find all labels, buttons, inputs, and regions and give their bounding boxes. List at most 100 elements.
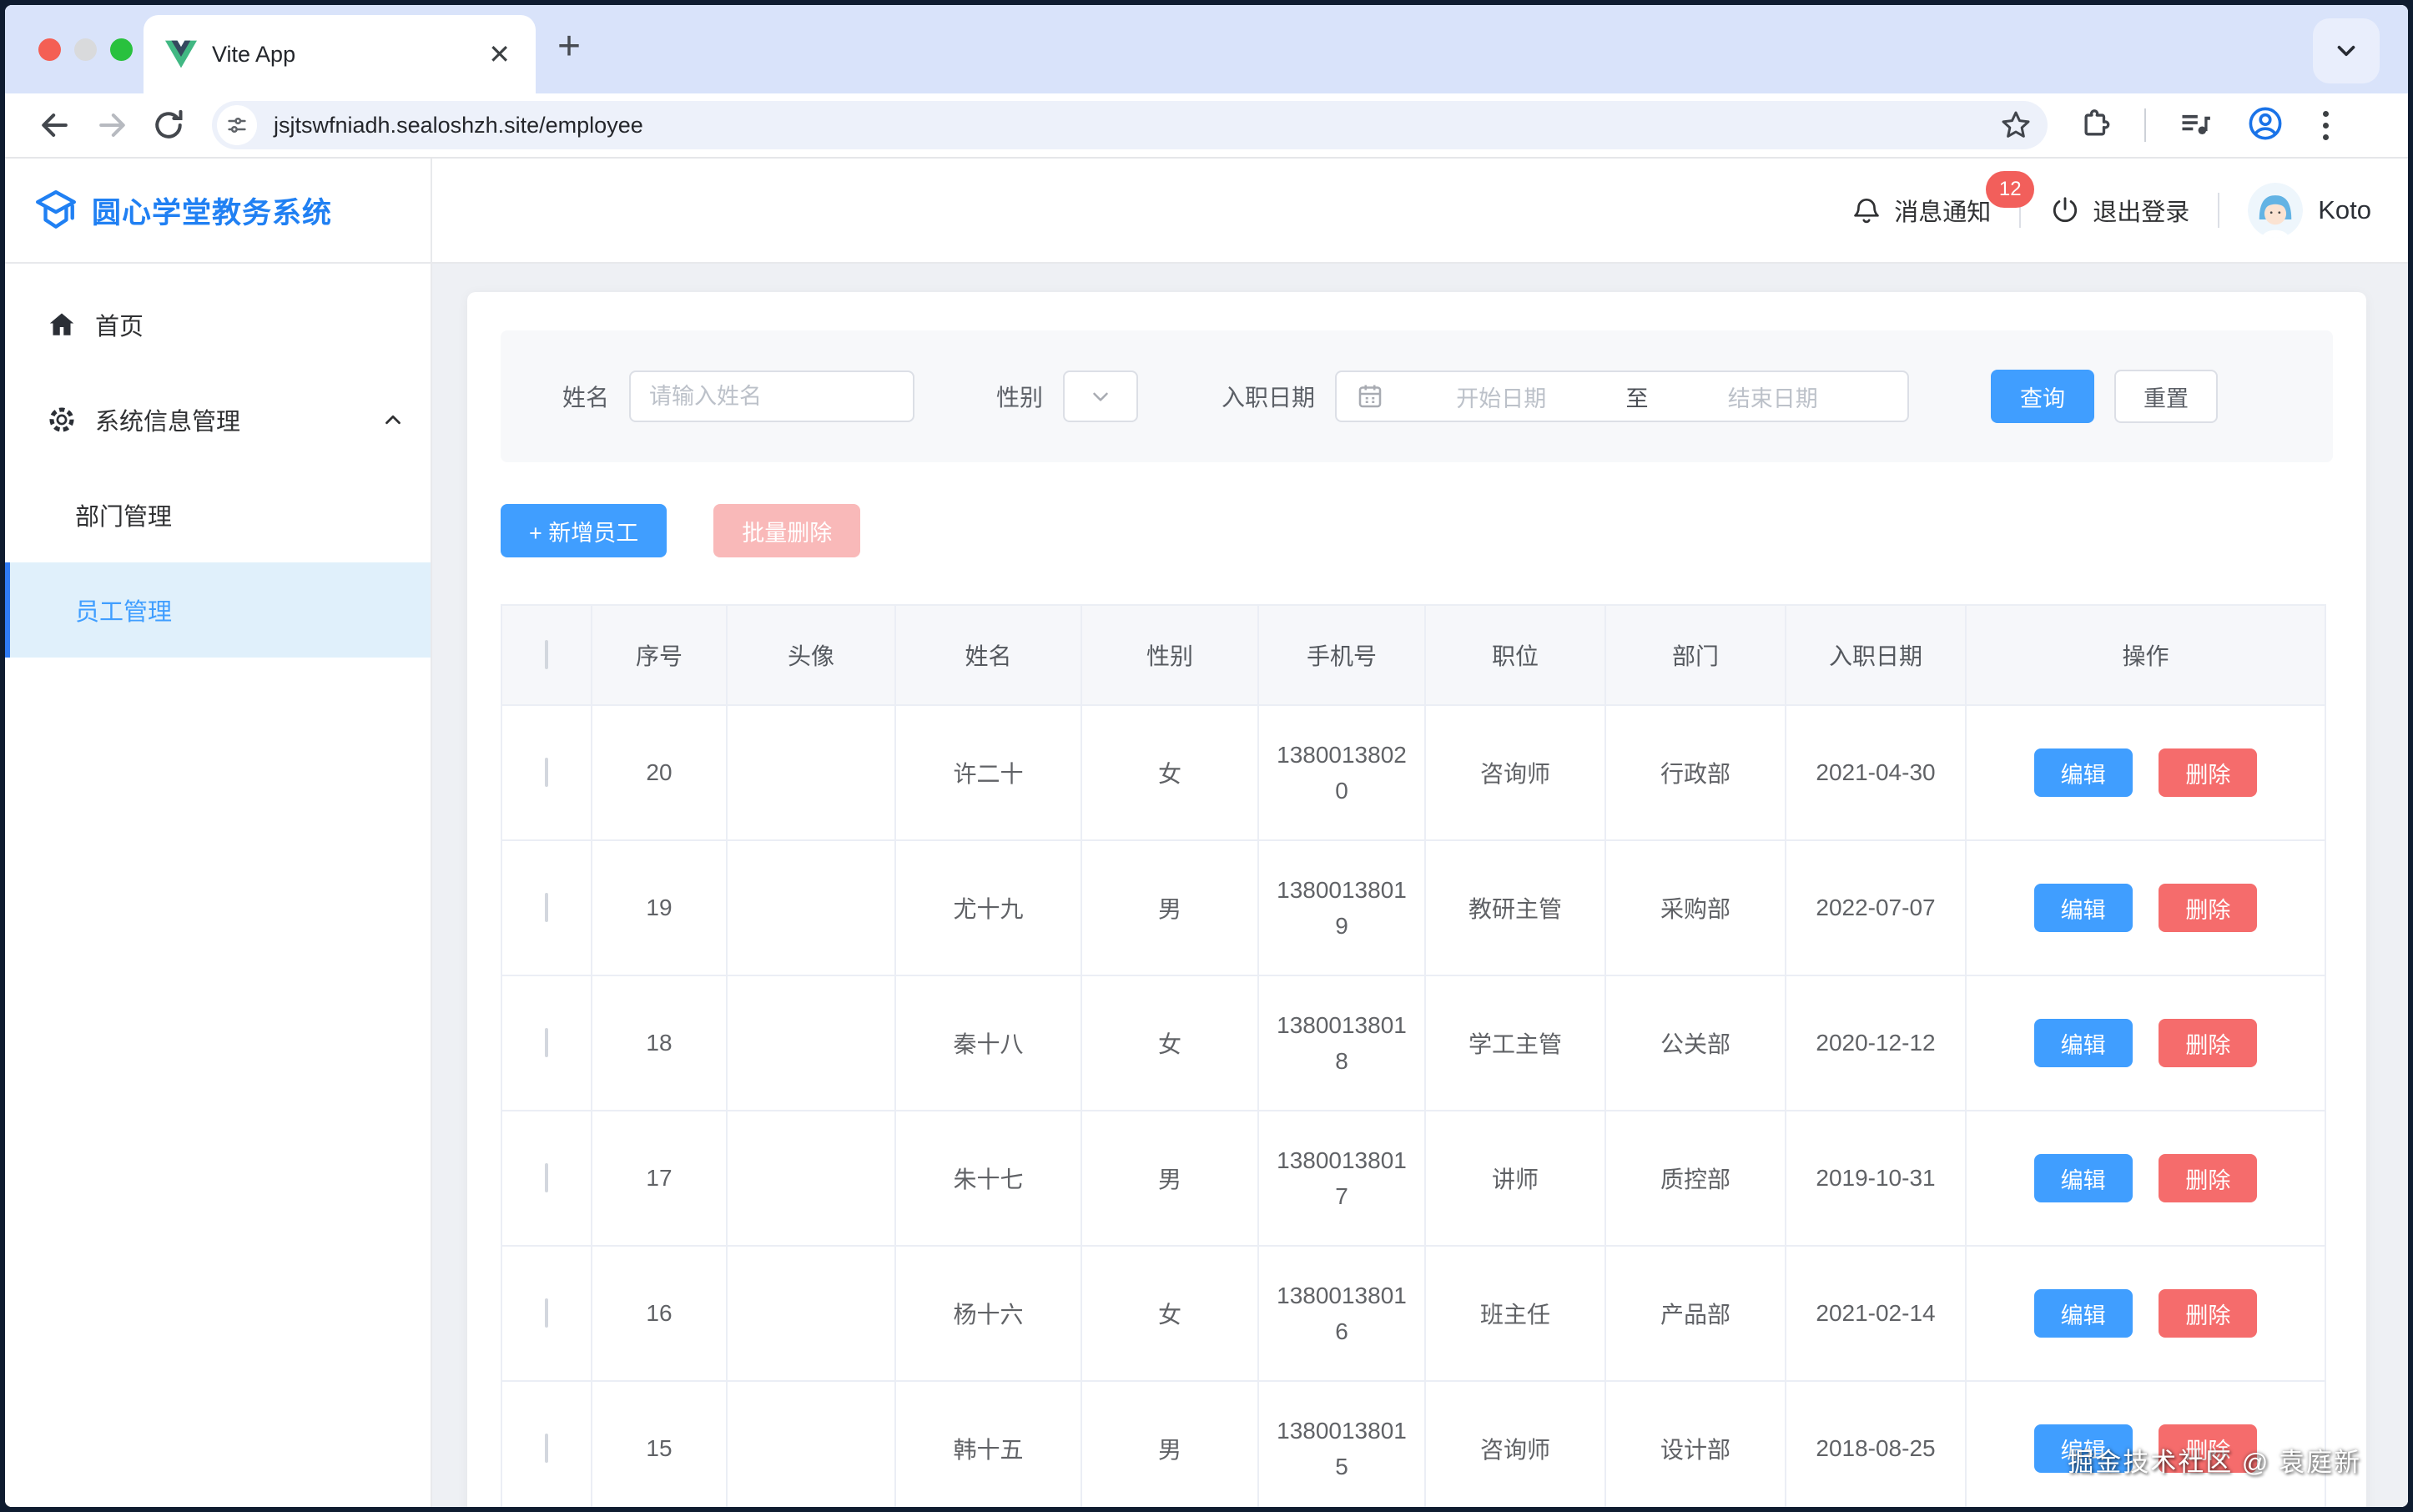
phone-cell: 13800138018 [1258,975,1425,1111]
tab-strip: Vite App ✕ + [5,5,2408,93]
forward-icon[interactable] [93,107,130,144]
row-actions-cell: 编辑 删除 [1966,705,2325,840]
batch-delete-button[interactable]: 批量删除 [713,504,860,557]
row-checkbox[interactable] [545,1163,548,1192]
edit-button[interactable]: 编辑 [2034,884,2133,932]
hire-date-cell: 2019-10-31 [1786,1111,1966,1246]
url-text: jsjtswfniadh.sealoshzh.site/employee [274,113,1999,139]
column-header: 性别 [1081,605,1258,705]
edit-button[interactable]: 编辑 [2034,1154,2133,1202]
tab-close-icon[interactable]: ✕ [485,38,514,71]
column-header: 操作 [1966,605,2325,705]
hire-date-cell: 2021-02-14 [1786,1246,1966,1381]
position-cell: 班主任 [1425,1246,1605,1381]
department-cell: 质控部 [1605,1111,1786,1246]
gear-icon [47,405,77,435]
sidebar-item-label: 部门管理 [75,497,172,532]
back-icon[interactable] [37,107,73,144]
site-settings-icon[interactable] [217,105,257,145]
avatar-cell [727,705,895,840]
main-area: 姓名 性别 入职日期 开始日期 至 结束 [432,264,2408,1507]
table-body: 20 许二十 女 13800138020 咨询师 行政部 2021-04-30 … [501,705,2325,1507]
gender-filter-select[interactable] [1063,370,1138,422]
delete-button[interactable]: 删除 [2159,1019,2257,1067]
browser-menu-icon[interactable] [2316,111,2335,140]
row-select-cell [501,975,592,1111]
address-bar[interactable]: jsjtswfniadh.sealoshzh.site/employee [212,101,2048,149]
edit-button[interactable]: 编辑 [2034,748,2133,797]
hire-date-filter-label: 入职日期 [1222,380,1315,413]
graduation-cap-icon [33,188,78,233]
bookmark-star-icon[interactable] [1999,108,2033,142]
table-row: 16 杨十六 女 13800138016 班主任 产品部 2021-02-14 … [501,1246,2325,1381]
zoom-window-button[interactable] [110,38,133,61]
name-cell: 秦十八 [895,975,1081,1111]
watermark: 掘金技术社区 @ 袁庭新 [2068,1441,2361,1479]
reset-button[interactable]: 重置 [2114,370,2218,423]
avatar-cell [727,1381,895,1507]
department-cell: 采购部 [1605,840,1786,975]
sidebar-item-department-mgmt[interactable]: 部门管理 [5,467,431,562]
table-actions: + 新增员工 批量删除 [501,504,2333,557]
user-avatar[interactable] [2248,183,2303,238]
department-cell: 设计部 [1605,1381,1786,1507]
browser-tab[interactable]: Vite App ✕ [144,15,536,93]
logout-button[interactable]: 退出登录 [2049,193,2189,228]
phone-cell: 13800138016 [1258,1246,1425,1381]
row-checkbox[interactable] [545,1434,548,1463]
browser-profile-icon[interactable] [2246,104,2285,147]
sidebar-item-home[interactable]: 首页 [5,277,431,372]
row-checkbox[interactable] [545,1298,548,1328]
name-cell: 许二十 [895,705,1081,840]
hire-date-cell: 2022-07-07 [1786,840,1966,975]
delete-button[interactable]: 删除 [2159,748,2257,797]
minimize-window-button[interactable] [74,38,97,61]
hire-date-cell: 2021-04-30 [1786,705,1966,840]
search-button[interactable]: 查询 [1991,370,2094,423]
row-checkbox[interactable] [545,893,548,922]
row-checkbox[interactable] [545,758,548,787]
add-employee-button[interactable]: + 新增员工 [501,504,667,557]
sidebar-item-label: 员工管理 [75,592,172,627]
filter-panel: 姓名 性别 入职日期 开始日期 至 结束 [501,330,2333,462]
media-controls-icon[interactable] [2178,105,2214,146]
position-cell: 学工主管 [1425,975,1605,1111]
edit-button[interactable]: 编辑 [2034,1289,2133,1338]
edit-button[interactable]: 编辑 [2034,1019,2133,1067]
delete-button[interactable]: 删除 [2159,1154,2257,1202]
notifications-button[interactable]: 消息通知 12 [1851,193,1991,228]
start-date-placeholder[interactable]: 开始日期 [1385,381,1618,413]
delete-button[interactable]: 删除 [2159,884,2257,932]
row-actions-cell: 编辑 删除 [1966,840,2325,975]
header-divider [2218,193,2219,228]
tab-search-button[interactable] [2313,18,2380,83]
row-checkbox[interactable] [545,1028,548,1057]
sidebar-item-system-info[interactable]: 系统信息管理 [5,372,431,467]
position-cell: 咨询师 [1425,1381,1605,1507]
row-actions-cell: 编辑 删除 [1966,1246,2325,1381]
name-filter-input[interactable] [629,370,914,422]
select-all-checkbox[interactable] [545,640,548,669]
new-tab-button[interactable]: + [557,23,581,69]
close-window-button[interactable] [38,38,61,61]
extensions-icon[interactable] [2078,106,2113,145]
row-actions-cell: 编辑 删除 [1966,1111,2325,1246]
vue-logo-icon [165,40,197,68]
reload-icon[interactable] [150,107,187,144]
end-date-placeholder[interactable]: 结束日期 [1657,381,1890,413]
sidebar-item-employee-mgmt[interactable]: 员工管理 [5,562,431,658]
avatar-cell [727,1246,895,1381]
content-column: 消息通知 12 退出登录 Koto [432,159,2408,1507]
bell-icon [1851,194,1882,226]
name-cell: 杨十六 [895,1246,1081,1381]
avatar-cell [727,840,895,975]
logout-label: 退出登录 [2093,193,2189,228]
tab-title: Vite App [212,42,485,68]
hire-date-range-picker[interactable]: 开始日期 至 结束日期 [1335,370,1909,422]
delete-button[interactable]: 删除 [2159,1289,2257,1338]
position-cell: 咨询师 [1425,705,1605,840]
gender-cell: 女 [1081,975,1258,1111]
avatar-cell [727,1111,895,1246]
date-range-separator: 至 [1618,381,1657,413]
department-cell: 公关部 [1605,975,1786,1111]
